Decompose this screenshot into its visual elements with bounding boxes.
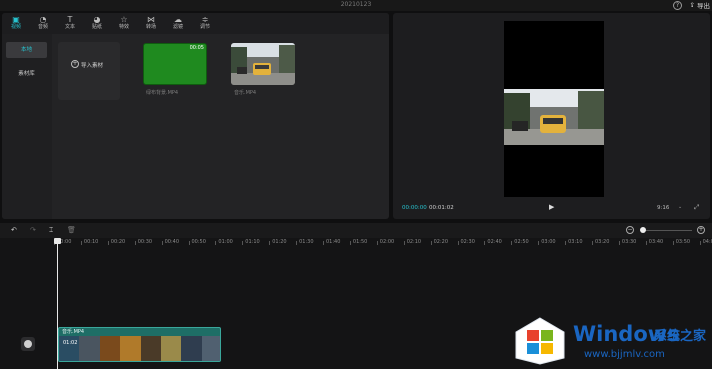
ruler-tick: 03:20 xyxy=(591,239,610,245)
audio-track-toggle-icon[interactable] xyxy=(21,337,35,351)
undo-icon[interactable]: ↶ xyxy=(11,226,17,234)
audio-icon: ◔ xyxy=(39,15,47,24)
clip-name: 音乐.MP4 xyxy=(62,329,85,335)
ruler-tick: 00:30 xyxy=(134,239,153,245)
import-label: 导入素材 xyxy=(81,63,104,69)
zoom-slider[interactable] xyxy=(642,230,692,231)
chevron-down-icon[interactable]: ⌄ xyxy=(678,204,682,210)
play-icon[interactable]: ▶ xyxy=(549,203,554,211)
clip-name: 绿布背景.MP4 xyxy=(146,90,179,96)
ruler-tick: 00:50 xyxy=(188,239,206,245)
zoom-in-icon[interactable]: + xyxy=(697,226,705,234)
video-icon: ▣ xyxy=(12,15,20,24)
total-time: 00:01:02 xyxy=(429,205,454,211)
zoom-slider-handle[interactable] xyxy=(640,227,646,233)
watermark-url: www.bjjmlv.com xyxy=(584,349,665,360)
tab-label: 特效 xyxy=(118,24,129,30)
tab-adjust[interactable]: ≑ 调节 xyxy=(193,15,217,34)
playhead[interactable] xyxy=(57,238,58,369)
clip-filmstrip xyxy=(59,336,220,361)
plus-icon: + xyxy=(71,60,79,68)
tab-video[interactable]: ▣ 视频 xyxy=(4,15,28,34)
ruler-tick: 02:10 xyxy=(403,239,422,245)
tab-transition[interactable]: ⋈ 转场 xyxy=(139,15,163,34)
media-toolbar: ▣ 视频 ◔ 音频 T 文本 ◕ 贴纸 ☆ 特效 ⋈ 转场 ☁ 滤镜 ≑ 调节 xyxy=(2,13,389,34)
ruler-tick: 02:30 xyxy=(457,239,475,245)
ruler-tick: 00:20 xyxy=(107,239,126,245)
filter-icon: ☁ xyxy=(174,15,182,24)
split-icon[interactable]: ⌶ xyxy=(49,226,53,235)
ruler-tick: 01:00 xyxy=(215,239,233,245)
preview-video-frame xyxy=(504,89,604,145)
windows-logo-icon xyxy=(515,317,565,365)
export-label: 导出 xyxy=(697,2,710,10)
sticker-icon: ◕ xyxy=(93,15,101,24)
ruler-tick: 01:40 xyxy=(322,239,341,245)
preview-panel: 00:00:00 00:01:02 ▶ 9:16 ⌄ ⤢ xyxy=(393,13,710,219)
media-clip-green[interactable]: 00:05 绿布背景.MP4 xyxy=(143,43,207,99)
ruler-tick: 03:50 xyxy=(672,239,691,245)
tab-effects[interactable]: ☆ 特效 xyxy=(112,15,136,34)
tab-label: 贴纸 xyxy=(91,24,102,30)
timeline-video-clip[interactable]: 音乐.MP4 01:02 xyxy=(58,327,221,362)
ruler-tick: 03:10 xyxy=(565,239,583,245)
zoom-out-icon[interactable]: − xyxy=(626,226,634,234)
ruler-tick: 01:10 xyxy=(242,239,260,245)
tab-label: 视频 xyxy=(10,24,21,30)
playhead-handle[interactable] xyxy=(54,238,61,244)
ruler-tick: 00:10 xyxy=(80,239,99,245)
ruler-tick: 03:40 xyxy=(645,239,664,245)
window-title: 20210123 xyxy=(340,1,372,8)
ruler-tick: 02:20 xyxy=(430,239,449,245)
media-clip-music[interactable]: 音乐.MP4 xyxy=(231,43,295,99)
aspect-ratio[interactable]: 9:16 xyxy=(657,205,669,211)
tab-label: 音频 xyxy=(37,24,48,30)
ruler-tick: 02:40 xyxy=(484,239,502,245)
timeline-toolbar: ↶ ↷ ⌶ 🗑 − + xyxy=(0,223,712,238)
tab-audio[interactable]: ◔ 音频 xyxy=(31,15,55,34)
tab-label: 调节 xyxy=(199,24,210,30)
ruler-tick: 04:00 xyxy=(699,239,712,245)
tab-label: 文本 xyxy=(64,24,75,30)
text-icon: T xyxy=(67,15,73,24)
tab-text[interactable]: T 文本 xyxy=(58,15,82,34)
tab-label: 转场 xyxy=(145,24,156,30)
tab-sticker[interactable]: ◕ 贴纸 xyxy=(85,15,109,34)
clip-name: 音乐.MP4 xyxy=(234,90,257,96)
current-time: 00:00:00 xyxy=(402,205,427,211)
delete-icon[interactable]: 🗑 xyxy=(67,226,76,234)
ruler-tick: 00:40 xyxy=(161,239,180,245)
tab-filter[interactable]: ☁ 滤镜 xyxy=(166,15,190,34)
clip-duration: 01:02 xyxy=(63,340,78,346)
tab-label: 滤镜 xyxy=(172,24,183,30)
export-icon: ⇪ xyxy=(689,1,695,9)
sidebar-item-library[interactable]: 素材库 xyxy=(6,66,47,82)
export-button[interactable]: ⇪ 导出 xyxy=(690,0,710,10)
import-media-button[interactable]: + 导入素材 xyxy=(58,42,120,100)
ruler-tick: 03:00 xyxy=(538,239,556,245)
ruler-tick: 01:30 xyxy=(296,239,314,245)
ruler-tick: 01:20 xyxy=(269,239,287,245)
help-icon[interactable]: ? xyxy=(673,1,682,10)
media-panel: ▣ 视频 ◔ 音频 T 文本 ◕ 贴纸 ☆ 特效 ⋈ 转场 ☁ 滤镜 ≑ 调节 xyxy=(2,13,389,219)
clip-duration: 00:05 xyxy=(189,45,204,51)
fullscreen-icon[interactable]: ⤢ xyxy=(694,203,699,212)
street-thumbnail xyxy=(231,43,295,85)
media-sidebar: 本地 素材库 xyxy=(2,34,52,219)
redo-icon[interactable]: ↷ xyxy=(30,226,36,234)
transition-icon: ⋈ xyxy=(147,15,155,24)
adjust-icon: ≑ xyxy=(201,15,209,24)
ruler-tick: 02:50 xyxy=(511,239,529,245)
timeline-ruler[interactable]: 00:00 00:10 00:20 00:30 00:40 00:50 01:00 01:10… xyxy=(0,238,712,248)
title-bar: 20210123 ? ⇪ 导出 xyxy=(0,0,712,11)
ruler-tick: 03:30 xyxy=(618,239,637,245)
effects-icon: ☆ xyxy=(120,15,128,24)
ruler-tick: 02:00 xyxy=(376,239,395,245)
watermark: Windows 系统之家 www.bjjmlv.com xyxy=(508,312,712,369)
preview-canvas xyxy=(504,21,604,197)
watermark-subtitle: 系统之家 xyxy=(654,329,707,344)
ruler-tick: 01:50 xyxy=(349,239,368,245)
sidebar-item-local[interactable]: 本地 xyxy=(6,42,47,58)
